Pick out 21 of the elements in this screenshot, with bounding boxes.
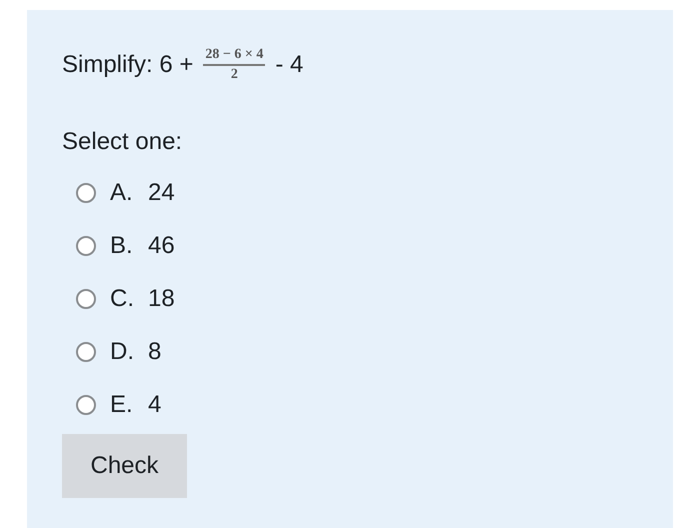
fraction-denominator: 2 bbox=[230, 66, 238, 83]
option-value: 8 bbox=[148, 338, 162, 366]
option-value: 18 bbox=[148, 284, 175, 312]
option-letter: D. bbox=[110, 338, 135, 366]
option-letter: C. bbox=[110, 284, 135, 312]
select-prompt: Select one: bbox=[62, 128, 184, 156]
option-value: 24 bbox=[148, 178, 175, 206]
question-text: - 4 bbox=[275, 51, 304, 79]
radio-button[interactable] bbox=[76, 394, 96, 414]
option-value: 4 bbox=[148, 390, 162, 418]
option-letter: A. bbox=[110, 178, 134, 206]
option-value: 46 bbox=[148, 232, 175, 260]
radio-button[interactable] bbox=[76, 288, 96, 308]
option-letter: B. bbox=[110, 232, 134, 260]
question-text: Simplify: 6 + bbox=[62, 51, 194, 79]
check-button[interactable]: Check bbox=[62, 434, 187, 498]
fraction-numerator: 28 − 6 × 4 bbox=[203, 47, 266, 66]
option-letter: E. bbox=[110, 390, 134, 418]
radio-button[interactable] bbox=[76, 236, 96, 256]
radio-button[interactable] bbox=[76, 342, 96, 362]
radio-button[interactable] bbox=[76, 182, 96, 202]
